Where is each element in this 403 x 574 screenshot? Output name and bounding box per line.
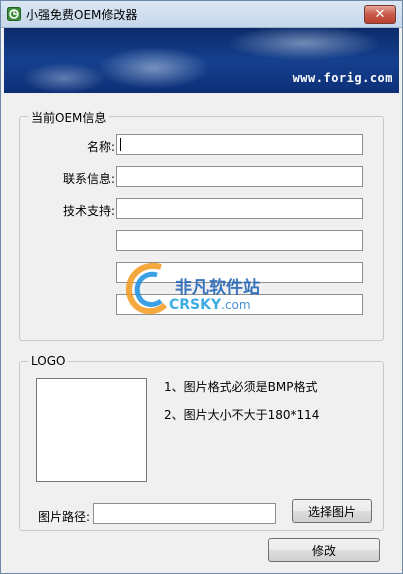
support-label: 技术支持: [62,204,115,218]
path-field[interactable] [93,503,276,524]
watermark-logo: 非凡软件站 CRSKY.com [121,259,286,319]
oem-info-legend: 当前OEM信息 [28,109,110,126]
choose-image-button[interactable]: 选择图片 [292,499,372,523]
support-field-1[interactable] [116,198,363,219]
title-bar[interactable]: 小强免费OEM修改器 ✕ [1,1,402,28]
close-icon: ✕ [374,7,386,22]
support-field-2[interactable] [116,230,363,251]
banner-url: www.forig.com [292,71,393,85]
modify-button[interactable]: 修改 [268,538,380,562]
name-label: 名称: [86,140,115,154]
logo-legend: LOGO [28,354,69,368]
close-button[interactable]: ✕ [364,5,396,24]
window-title: 小强免费OEM修改器 [26,8,138,22]
text-caret [120,138,121,151]
watermark-title: 非凡软件站 [175,278,260,298]
app-icon [7,7,21,21]
watermark-brand: CRSKY.com [169,297,251,313]
app-window: 小强免费OEM修改器 ✕ www.forig.com 当前OEM信息 名称: 联… [0,0,403,574]
format-note: 1、图片格式必须是BMP格式 [164,380,318,394]
size-note: 2、图片大小不大于180*114 [164,408,320,422]
banner-image: www.forig.com [4,28,399,93]
watermark-swirl-icon [126,262,168,315]
logo-preview [36,378,147,482]
contact-field[interactable] [116,166,363,187]
path-label: 图片路径: [37,510,90,524]
logo-group: LOGO 1、图片格式必须是BMP格式 2、图片大小不大于180*114 图片路… [19,354,384,531]
name-field[interactable] [116,134,363,155]
contact-label: 联系信息: [62,172,115,186]
